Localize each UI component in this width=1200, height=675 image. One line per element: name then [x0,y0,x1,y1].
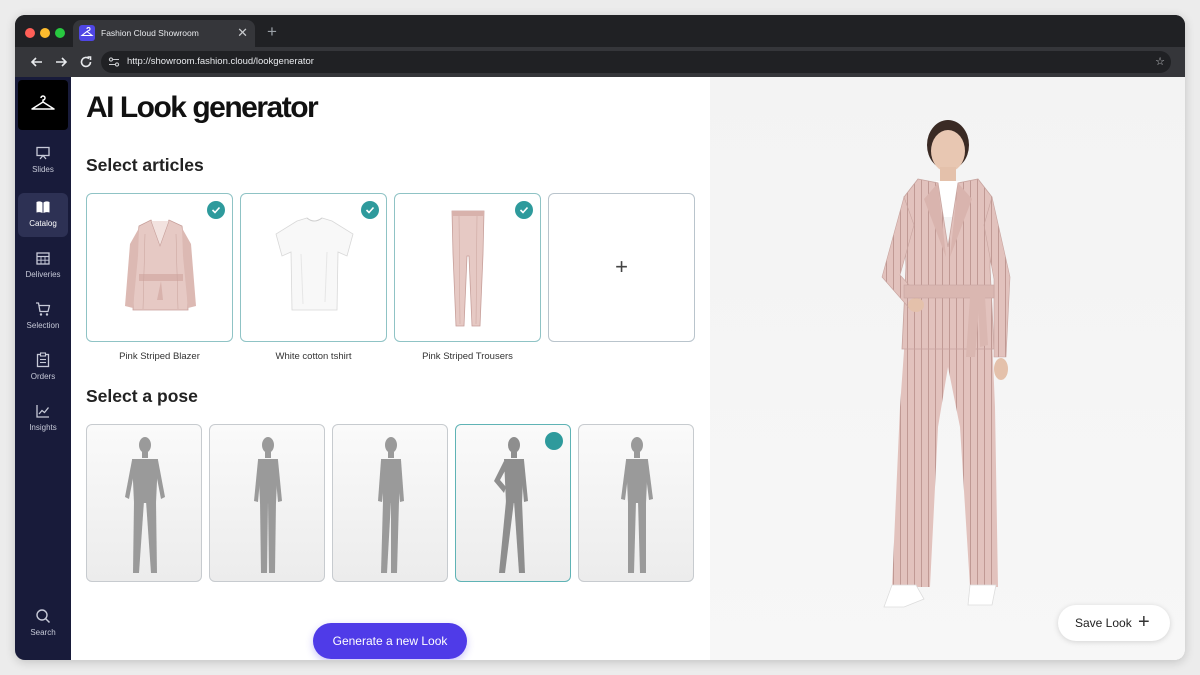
sidebar-item-orders[interactable]: Orders [18,346,68,390]
sidebar-item-label: Insights [29,423,57,432]
look-preview-panel: Save Look + [710,77,1185,660]
pose-card[interactable] [332,424,448,582]
sidebar-item-insights[interactable]: Insights [18,397,68,441]
close-tab-icon[interactable]: ✕ [237,25,248,41]
selected-check-icon [515,201,533,219]
browser-toolbar: http://showroom.fashion.cloud/lookgenera… [15,47,1185,77]
pose-card-selected[interactable] [455,424,583,582]
selected-check-icon [361,201,379,219]
bookmark-star-icon[interactable]: ☆ [1155,54,1165,70]
logo[interactable] [18,80,68,130]
mannequin-image [494,437,528,573]
browser-tab[interactable]: Fashion Cloud Showroom ✕ [73,20,255,48]
generated-look-image [881,120,1011,608]
sidebar: Slides Catalog Deliveries Selection Orde… [15,77,71,660]
app-area: Slides Catalog Deliveries Selection Orde… [15,77,1185,660]
look-generator-panel: AI Look generator Select articles + Pink… [71,77,710,660]
sidebar-item-search[interactable]: Search [18,602,68,646]
pose-card[interactable] [86,424,202,582]
mannequin-image [621,437,653,573]
book-icon [36,201,50,213]
save-look-label: Save Look [1075,616,1132,630]
select-articles-heading: Select articles [86,155,204,175]
back-arrow-icon[interactable] [29,54,45,70]
close-window-button[interactable] [25,28,35,38]
new-tab-button[interactable]: + [267,23,277,41]
presentation-icon [36,146,50,160]
page-title: AI Look generator [86,91,319,124]
sidebar-item-label: Catalog [29,219,57,228]
mannequin-image [125,437,165,573]
sidebar-item-label: Slides [32,165,54,174]
plus-icon: + [615,254,628,279]
pose-card[interactable] [209,424,325,582]
calendar-icon [36,252,50,265]
reload-icon[interactable] [78,54,94,70]
mannequin-image [378,437,404,573]
sidebar-item-deliveries[interactable]: Deliveries [18,244,68,288]
sidebar-item-label: Orders [30,372,56,381]
generate-look-button[interactable]: Generate a new Look [313,623,467,659]
article-label: White cotton tshirt [275,351,352,362]
browser-tab-bar: Fashion Cloud Showroom ✕ + [15,15,1185,48]
url-text: http://showroom.fashion.cloud/lookgenera… [127,56,314,67]
sidebar-item-label: Deliveries [25,270,61,279]
minimize-window-button[interactable] [40,28,50,38]
sidebar-item-label: Search [30,628,56,637]
pose-card[interactable] [578,424,694,582]
sidebar-item-catalog[interactable]: Catalog [18,193,68,237]
hanger-icon [31,95,55,110]
article-card-tshirt[interactable] [240,193,387,342]
chart-icon [36,405,50,418]
address-bar[interactable]: http://showroom.fashion.cloud/lookgenera… [101,51,1171,73]
sidebar-item-label: Selection [26,321,60,330]
article-label: Pink Striped Trousers [422,351,513,362]
article-card-trousers[interactable] [394,193,541,342]
plus-icon: + [1138,611,1150,633]
save-look-button[interactable]: Save Look + [1058,605,1170,641]
maximize-window-button[interactable] [55,28,65,38]
tab-title: Fashion Cloud Showroom [101,28,199,38]
cart-icon [36,302,51,316]
hanger-icon [79,25,95,41]
clipboard-icon [36,352,50,368]
search-icon [36,609,51,624]
article-card-blazer[interactable] [86,193,233,342]
mannequin-image [254,437,282,573]
forward-arrow-icon[interactable] [53,54,69,70]
site-settings-icon[interactable] [107,55,121,69]
sidebar-item-selection[interactable]: Selection [18,295,68,339]
browser-window: Fashion Cloud Showroom ✕ + http://showro… [15,15,1185,660]
selected-check-icon [545,432,583,450]
add-article-button[interactable]: + [548,193,695,342]
selected-check-icon [207,201,225,219]
article-label: Pink Striped Blazer [119,351,200,362]
select-pose-heading: Select a pose [86,386,198,406]
sidebar-item-slides[interactable]: Slides [18,139,68,183]
